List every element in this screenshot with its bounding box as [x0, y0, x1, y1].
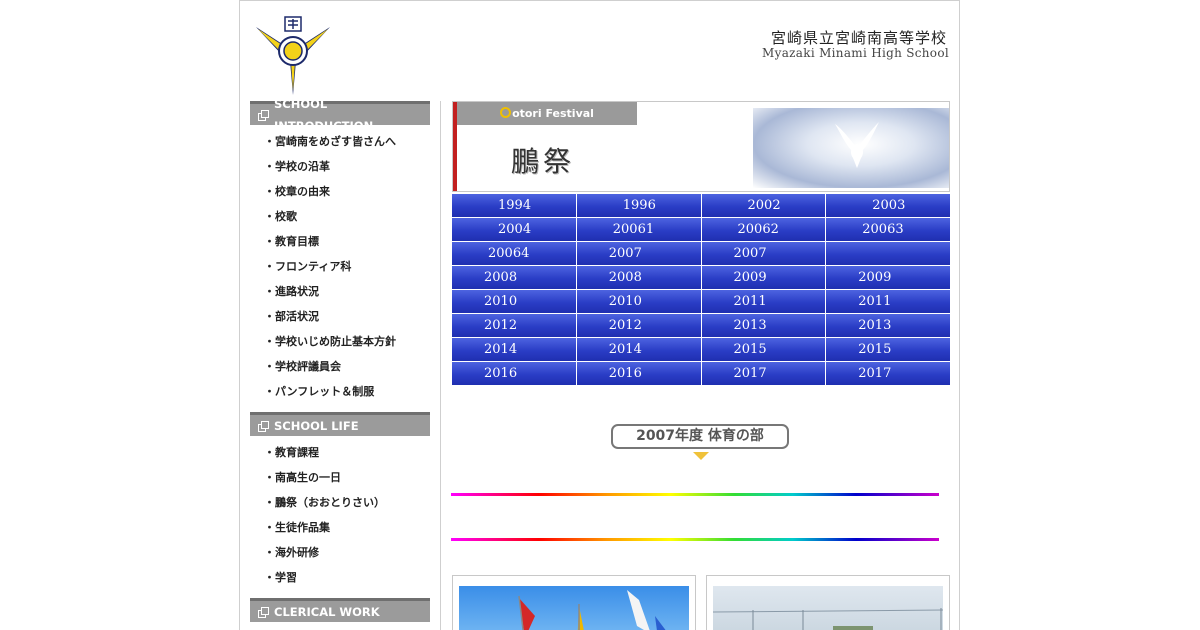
section-head-school-life: SCHOOL LIFE — [250, 412, 430, 436]
year-link[interactable]: 2007 — [576, 242, 701, 265]
section-head-school-introduction: SCHOOL INTRODUCTION — [250, 97, 430, 133]
year-link-empty — [826, 242, 950, 265]
nav-item-career-status[interactable]: 進路状況 — [250, 279, 430, 304]
nav-item-student-day[interactable]: 南高生の一日 — [250, 465, 430, 490]
photo-frame — [452, 575, 696, 630]
year-link[interactable]: 2008 — [452, 266, 576, 289]
nav-item-frontier-course[interactable]: フロンティア科 — [250, 254, 430, 279]
nav-item-pamphlet-uniform[interactable]: パンフレット＆制服 — [250, 379, 430, 404]
year-link[interactable]: 20062 — [701, 218, 826, 241]
page-container: 宮崎県立宮崎南高等学校 Myazaki Minami High School S… — [239, 0, 960, 630]
nav-item-ootori-festival[interactable]: 鵬祭（おおとりさい） — [250, 490, 430, 515]
rainbow-divider — [451, 493, 939, 496]
year-link[interactable]: 2011 — [826, 290, 950, 313]
year-link[interactable]: 2010 — [576, 290, 701, 313]
nav-item-anti-bullying-policy[interactable]: 学校いじめ防止基本方針 — [250, 329, 430, 354]
year-link[interactable]: 1996 — [576, 194, 701, 217]
sidebar-nav: SCHOOL INTRODUCTION 宮崎南をめざす皆さんへ 学校の沿革 校章… — [250, 97, 430, 622]
year-link[interactable]: 2008 — [576, 266, 701, 289]
nav-item-student-works[interactable]: 生徒作品集 — [250, 515, 430, 540]
year-link[interactable]: 2014 — [452, 338, 576, 361]
nav-item-history[interactable]: 学校の沿革 — [250, 154, 430, 179]
nav-item-school-song[interactable]: 校歌 — [250, 204, 430, 229]
year-link[interactable]: 2009 — [826, 266, 950, 289]
year-link[interactable]: 2011 — [701, 290, 826, 313]
school-name-english: Myazaki Minami High School — [762, 46, 949, 60]
year-link[interactable]: 20063 — [826, 218, 950, 241]
section-heading-pill: 2007年度 体育の部 — [611, 424, 789, 449]
window-icon — [258, 606, 269, 618]
sports-field-photo[interactable] — [712, 586, 944, 630]
nav-item-club-status[interactable]: 部活状況 — [250, 304, 430, 329]
nav-item-emblem-origin[interactable]: 校章の由来 — [250, 179, 430, 204]
section-head-clerical-work: CLERICAL WORK — [250, 598, 430, 622]
sky-image — [753, 108, 949, 188]
section-title: CLERICAL WORK — [274, 604, 380, 619]
year-link[interactable]: 2015 — [826, 338, 950, 361]
o-ring-icon — [500, 107, 512, 118]
window-icon — [258, 109, 269, 121]
triangle-down-icon — [693, 452, 709, 460]
nav-item-curriculum[interactable]: 教育課程 — [250, 440, 430, 465]
nav-item-study[interactable]: 学習 — [250, 565, 430, 590]
year-link[interactable]: 2013 — [826, 314, 950, 337]
window-icon — [258, 420, 269, 432]
nav-list-school-introduction: 宮崎南をめざす皆さんへ 学校の沿革 校章の由来 校歌 教育目標 フロンティア科 … — [250, 125, 430, 412]
section-title: SCHOOL LIFE — [274, 418, 359, 433]
year-link[interactable]: 2004 — [452, 218, 576, 241]
year-link[interactable]: 2007 — [701, 242, 826, 265]
banner-tab-text: otori Festival — [512, 107, 594, 120]
year-link-grid: 1994 1996 2002 2003 2004 20061 20062 200… — [452, 194, 950, 385]
festival-banner: otori Festival 鵬祭 — [452, 101, 950, 192]
year-link[interactable]: 2002 — [701, 194, 826, 217]
nav-list-school-life: 教育課程 南高生の一日 鵬祭（おおとりさい） 生徒作品集 海外研修 学習 — [250, 436, 430, 598]
photo-frame — [706, 575, 950, 630]
year-link[interactable]: 20064 — [452, 242, 576, 265]
year-link[interactable]: 2009 — [701, 266, 826, 289]
nav-item-school-council[interactable]: 学校評議員会 — [250, 354, 430, 379]
year-link[interactable]: 2012 — [576, 314, 701, 337]
year-link[interactable]: 2012 — [452, 314, 576, 337]
bird-icon — [835, 122, 879, 168]
year-link[interactable]: 2010 — [452, 290, 576, 313]
nav-item-education-goals[interactable]: 教育目標 — [250, 229, 430, 254]
nav-item-overseas-training[interactable]: 海外研修 — [250, 540, 430, 565]
festival-flags-photo[interactable] — [459, 586, 689, 630]
banner-tab-label: otori Festival — [457, 102, 637, 125]
rainbow-divider — [451, 538, 939, 541]
flags-icon — [518, 590, 666, 630]
year-link[interactable]: 1994 — [452, 194, 576, 217]
banner-title: 鵬祭 — [511, 145, 576, 178]
year-link[interactable]: 2017 — [701, 362, 826, 385]
sidebar-divider — [440, 101, 441, 630]
year-link[interactable]: 2016 — [452, 362, 576, 385]
year-link[interactable]: 2016 — [576, 362, 701, 385]
year-link[interactable]: 20061 — [576, 218, 701, 241]
year-link[interactable]: 2014 — [576, 338, 701, 361]
net-icon — [712, 608, 944, 630]
school-name-japanese: 宮崎県立宮崎南高等学校 — [770, 29, 947, 47]
year-link[interactable]: 2015 — [701, 338, 826, 361]
year-link[interactable]: 2013 — [701, 314, 826, 337]
year-link[interactable]: 2017 — [826, 362, 950, 385]
year-link[interactable]: 2003 — [826, 194, 950, 217]
school-emblem-logo[interactable] — [254, 15, 332, 95]
